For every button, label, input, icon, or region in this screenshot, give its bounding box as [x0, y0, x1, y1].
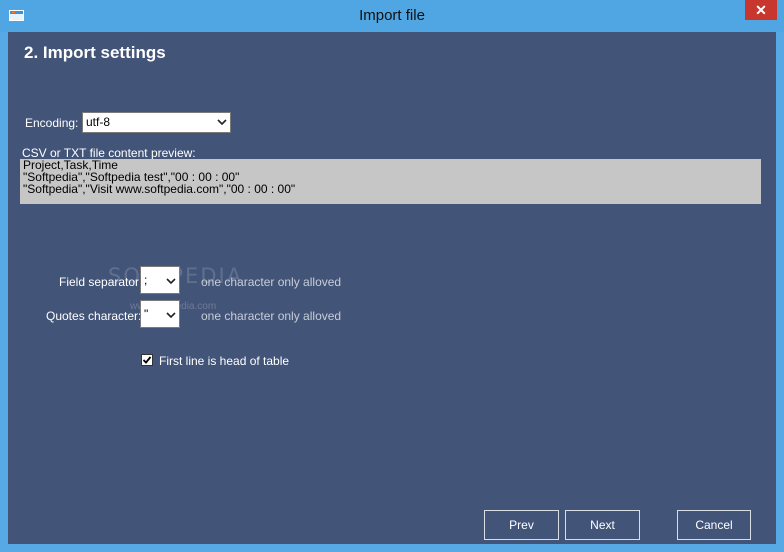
title-bar[interactable]: Import file ✕ — [0, 0, 784, 32]
quotes-character-label: Quotes character: — [46, 309, 142, 323]
field-separator-label: Field separator: — [59, 275, 143, 289]
first-line-head-label[interactable]: First line is head of table — [159, 354, 289, 368]
encoding-select[interactable]: utf-8 — [82, 112, 231, 133]
encoding-label: Encoding: — [25, 116, 79, 130]
close-button[interactable]: ✕ — [745, 0, 777, 20]
first-line-head-checkbox[interactable] — [141, 354, 153, 366]
import-file-window: Import file ✕ 2. Import settings Encodin… — [0, 0, 784, 552]
preview-line: "Softpedia","Visit www.softpedia.com","0… — [23, 182, 296, 196]
field-separator-select[interactable]: ; — [140, 266, 180, 294]
quotes-character-hint: one character only alloved — [201, 309, 342, 323]
next-button[interactable]: Next — [565, 510, 640, 540]
field-separator-value: ; — [144, 273, 148, 287]
quotes-character-select[interactable]: " — [140, 300, 180, 328]
window-title: Import file — [359, 7, 425, 24]
chevron-down-icon — [166, 278, 176, 285]
chevron-down-icon — [166, 312, 176, 319]
file-preview-box[interactable]: Project,Task,Time "Softpedia","Softpedia… — [20, 159, 761, 204]
prev-button[interactable]: Prev — [484, 510, 559, 540]
quotes-character-value: " — [144, 307, 149, 321]
page-title: 2. Import settings — [24, 43, 166, 62]
field-separator-hint: one character only alloved — [201, 275, 342, 289]
dialog-content: 2. Import settings Encoding: utf-8 CSV o… — [8, 32, 776, 544]
encoding-value: utf-8 — [86, 115, 111, 129]
checkmark-icon — [142, 356, 152, 364]
cancel-button[interactable]: Cancel — [677, 510, 751, 540]
chevron-down-icon — [217, 119, 227, 126]
